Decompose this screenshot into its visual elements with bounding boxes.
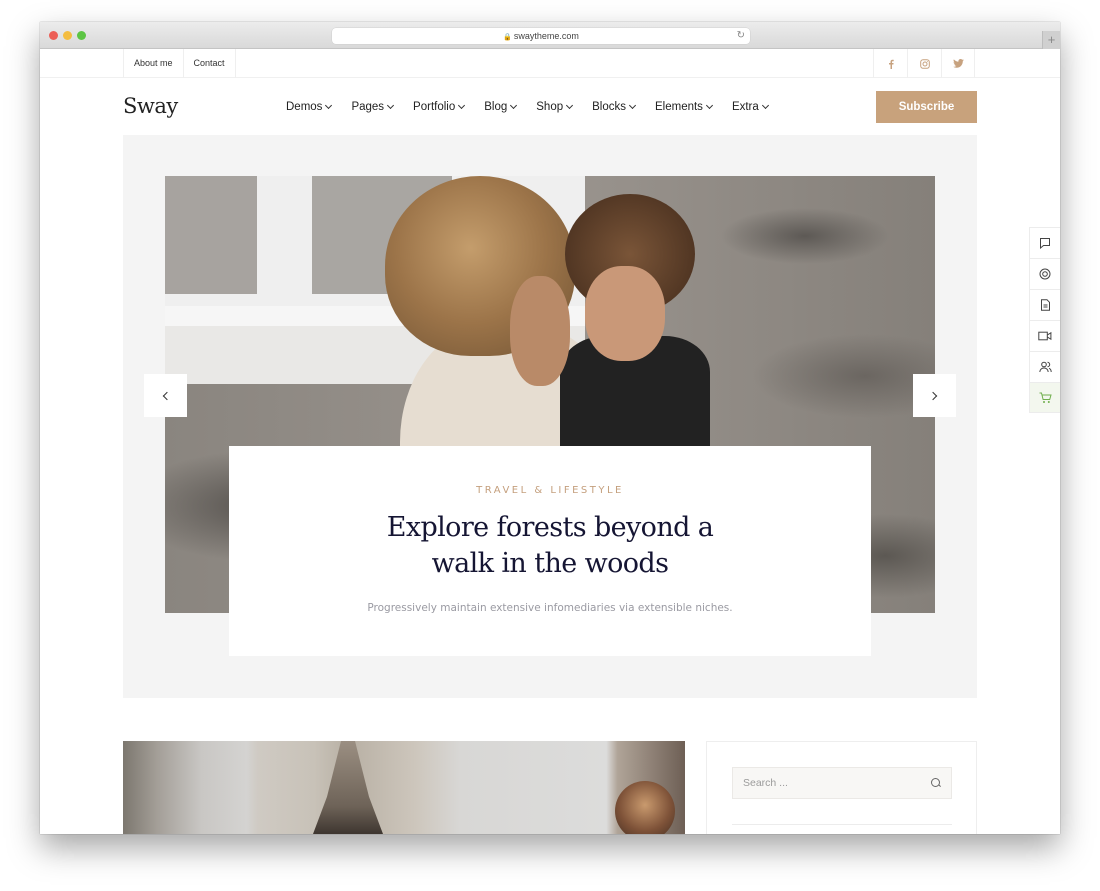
subscribe-button[interactable]: Subscribe <box>876 91 977 123</box>
minimize-window-button[interactable] <box>63 31 72 40</box>
video-button[interactable] <box>1029 320 1060 351</box>
nav-item-portfolio[interactable]: Portfolio <box>413 100 466 113</box>
chevron-down-icon <box>387 101 395 109</box>
top-bar: About me Contact <box>40 49 1060 78</box>
contact-link[interactable]: Contact <box>182 49 236 78</box>
page: About me Contact Sway Demos Pages Portfo… <box>40 49 1060 834</box>
twitter-icon <box>952 59 964 68</box>
woman-hand <box>510 276 570 386</box>
nav-label: Pages <box>351 100 385 113</box>
girl-face <box>585 266 665 361</box>
divider <box>732 824 952 825</box>
top-links: About me Contact <box>123 49 236 78</box>
hero-title-line-2: walk in the woods <box>431 548 669 579</box>
document-button[interactable] <box>1029 289 1060 320</box>
site-header: Sway Demos Pages Portfolio Blog Shop Blo… <box>40 78 1060 135</box>
hero-category[interactable]: TRAVEL & LIFESTYLE <box>229 485 871 496</box>
featured-post-image[interactable] <box>123 741 685 834</box>
chevron-down-icon <box>566 101 574 109</box>
nav-item-pages[interactable]: Pages <box>351 100 395 113</box>
url-text: swaytheme.com <box>513 31 579 41</box>
nav-label: Blog <box>484 100 508 113</box>
new-tab-button[interactable]: + <box>1042 31 1060 49</box>
nav-label: Shop <box>536 100 564 113</box>
address-bar[interactable]: 🔒 swaytheme.com ↻ <box>332 28 750 44</box>
chevron-left-icon <box>162 391 172 400</box>
facebook-link[interactable] <box>873 49 907 78</box>
nav-item-blocks[interactable]: Blocks <box>592 100 637 113</box>
chevron-right-icon <box>928 391 938 400</box>
side-toolbar <box>1029 227 1060 413</box>
chevron-down-icon <box>705 101 713 109</box>
cart-icon <box>1039 392 1052 403</box>
nav-label: Portfolio <box>413 100 456 113</box>
lock-icon: 🔒 <box>503 34 512 41</box>
search-icon[interactable] <box>931 778 941 788</box>
main-nav: Demos Pages Portfolio Blog Shop Blocks E… <box>286 78 788 135</box>
twitter-link[interactable] <box>941 49 975 78</box>
nav-item-elements[interactable]: Elements <box>655 100 713 113</box>
window-glass <box>165 176 257 294</box>
search-field <box>732 767 952 799</box>
maximize-window-button[interactable] <box>77 31 86 40</box>
document-icon <box>1040 299 1050 311</box>
chevron-down-icon <box>458 101 466 109</box>
nav-item-shop[interactable]: Shop <box>536 100 574 113</box>
slider-next-button[interactable] <box>913 374 956 417</box>
nav-label: Demos <box>286 100 323 113</box>
nav-label: Blocks <box>592 100 626 113</box>
video-icon <box>1038 331 1052 341</box>
building-tower <box>313 741 383 834</box>
hero-title-line-1: Explore forests beyond a <box>386 512 714 543</box>
instagram-icon <box>919 58 930 69</box>
chevron-down-icon <box>628 101 637 109</box>
balloon-sculpture <box>615 781 675 834</box>
instagram-link[interactable] <box>907 49 941 78</box>
about-me-link[interactable]: About me <box>123 49 183 78</box>
support-button[interactable] <box>1029 258 1060 289</box>
chevron-down-icon <box>761 101 769 109</box>
nav-item-extra[interactable]: Extra <box>731 100 769 113</box>
site-logo[interactable]: Sway <box>123 94 178 118</box>
nav-item-blog[interactable]: Blog <box>484 100 518 113</box>
browser-titlebar: 🔒 swaytheme.com ↻ + <box>40 22 1060 49</box>
slider-prev-button[interactable] <box>144 374 187 417</box>
hero-caption-card: TRAVEL & LIFESTYLE Explore forests beyon… <box>229 446 871 656</box>
cart-button[interactable] <box>1029 382 1060 413</box>
hero-title[interactable]: Explore forests beyond a walk in the woo… <box>229 510 871 582</box>
reload-icon[interactable]: ↻ <box>737 28 745 44</box>
chat-button[interactable] <box>1029 227 1060 258</box>
hero-subtitle: Progressively maintain extensive infomed… <box>367 602 733 614</box>
chat-icon <box>1040 238 1050 249</box>
hero-slider: TRAVEL & LIFESTYLE Explore forests beyon… <box>123 135 977 698</box>
support-icon <box>1039 268 1051 280</box>
search-input[interactable] <box>743 777 923 789</box>
chevron-down-icon <box>325 101 333 109</box>
sidebar-widget <box>706 741 977 834</box>
nav-label: Elements <box>655 100 703 113</box>
browser-window: 🔒 swaytheme.com ↻ + About me Contact Swa… <box>40 22 1060 834</box>
users-button[interactable] <box>1029 351 1060 382</box>
close-window-button[interactable] <box>49 31 58 40</box>
facebook-icon <box>888 59 894 69</box>
nav-item-demos[interactable]: Demos <box>286 100 333 113</box>
social-links <box>873 49 975 78</box>
chevron-down-icon <box>510 101 518 109</box>
nav-label: Extra <box>731 100 759 113</box>
users-icon <box>1038 361 1052 373</box>
